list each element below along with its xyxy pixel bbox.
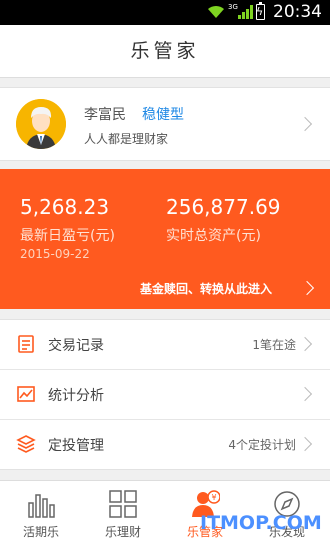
function-menu: 交易记录 1笔在途 统计分析 定投管理 4个定投计划: [0, 319, 330, 470]
total-assets-value: 256,877.69: [166, 195, 281, 219]
menu-label: 统计分析: [48, 388, 104, 404]
chevron-right-icon: [297, 116, 313, 132]
tab-label: 乐理财: [104, 525, 141, 539]
watermark-logo: ITMOP.COM: [200, 512, 322, 534]
status-bar: 3G ϟ 20:34: [0, 0, 330, 25]
chevron-right-icon: [297, 336, 313, 352]
menu-info: 4个定投计划: [228, 438, 296, 452]
grid-icon: [109, 490, 137, 518]
menu-label: 交易记录: [48, 338, 104, 354]
title-bar: 乐管家: [0, 25, 330, 78]
menu-item-trade-records[interactable]: 交易记录 1笔在途: [0, 320, 330, 370]
daily-profit-label: 最新日盈亏(元): [20, 228, 115, 244]
chevron-right-icon: [297, 436, 313, 452]
tab-label: 活期乐: [22, 525, 59, 539]
tab-huoqile[interactable]: 活期乐: [0, 481, 82, 551]
line-chart-icon: [17, 386, 35, 402]
menu-item-auto-invest[interactable]: 定投管理 4个定投计划: [0, 420, 330, 469]
svg-text:¥: ¥: [211, 493, 216, 502]
redeem-convert-label: 基金赎回、转换从此进入: [140, 282, 273, 296]
asset-summary-banner: 5,268.23 最新日盈亏(元) 2015-09-22 256,877.69 …: [0, 169, 330, 309]
user-avatar-icon: [16, 99, 66, 149]
tab-licai[interactable]: 乐理财: [82, 481, 164, 551]
chevron-right-icon: [299, 280, 315, 296]
bar-chart-icon: [28, 494, 55, 518]
user-name: 李富民: [84, 107, 126, 123]
risk-type-badge: 稳健型: [142, 107, 184, 123]
summary-date: 2015-09-22: [20, 247, 90, 261]
avatar: [16, 99, 66, 149]
network-type-label: 3G: [228, 3, 238, 11]
chevron-right-icon: [297, 386, 313, 402]
page-title: 乐管家: [130, 40, 200, 62]
total-assets-label: 实时总资产(元): [166, 228, 261, 244]
profile-card[interactable]: 李富民 稳健型 人人都是理财家: [0, 87, 330, 161]
menu-label: 定投管理: [48, 438, 104, 454]
signal-icon: [238, 5, 253, 19]
stack-layers-icon: [16, 435, 36, 453]
status-time: 20:34: [273, 2, 322, 22]
menu-item-statistics[interactable]: 统计分析: [0, 370, 330, 420]
user-motto: 人人都是理财家: [84, 132, 169, 146]
battery-icon: ϟ: [256, 2, 265, 20]
menu-info: 1笔在途: [252, 338, 296, 352]
daily-profit-value: 5,268.23: [20, 195, 110, 219]
wifi-icon: [208, 5, 224, 18]
document-icon: [18, 335, 34, 353]
